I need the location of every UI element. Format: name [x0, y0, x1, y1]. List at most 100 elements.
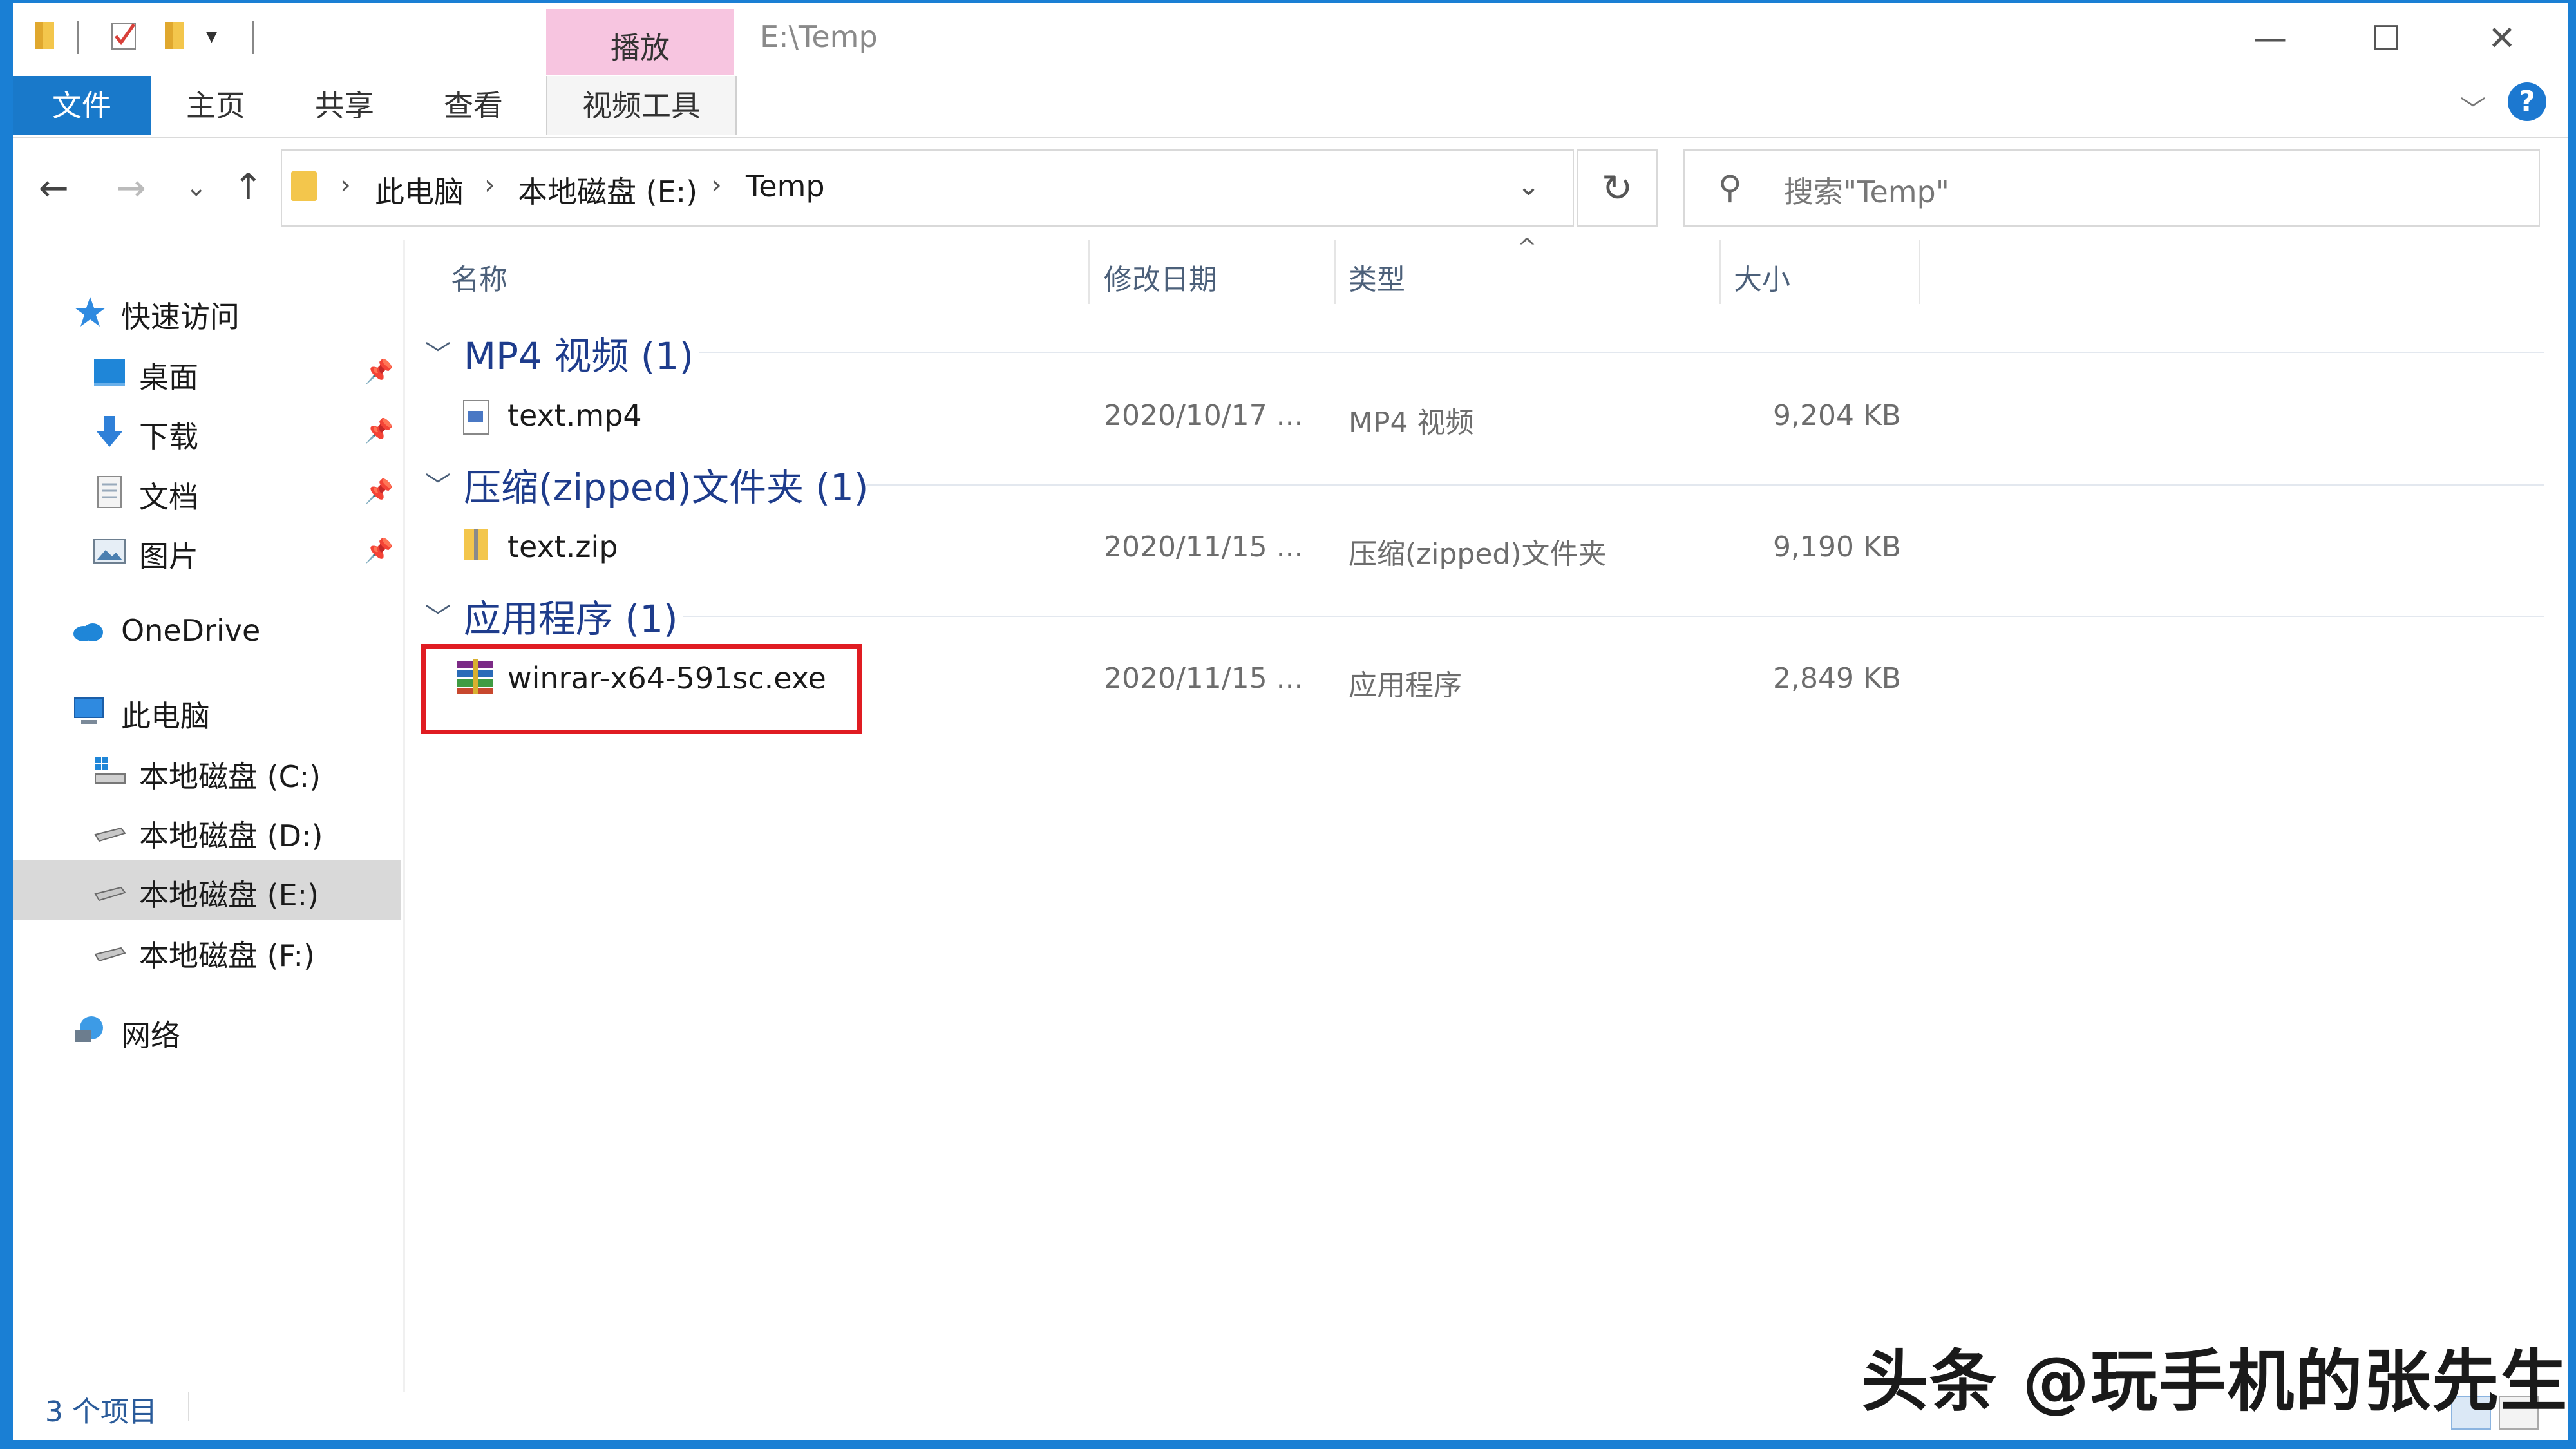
breadcrumb-separator[interactable]: › [340, 169, 351, 200]
folder-icon[interactable] [31, 19, 61, 52]
download-icon [97, 416, 122, 447]
sidebar-item-label: 本地磁盘 (F:) [139, 938, 315, 973]
title-bar [13, 3, 2568, 75]
window-frame-left [0, 0, 13, 1449]
address-bar[interactable] [281, 149, 1574, 227]
file-size: 9,190 KB [1773, 531, 1901, 564]
column-header-size[interactable]: 大小 [1734, 256, 1790, 298]
desktop-icon [94, 359, 125, 386]
sidebar-item-drive-f[interactable]: 本地磁盘 (F:) [13, 921, 401, 980]
sidebar-item-label: 快速访问 [121, 299, 240, 334]
breadcrumb-this-pc[interactable]: 此电脑 [375, 169, 464, 211]
file-name[interactable]: text.mp4 [507, 398, 642, 433]
search-placeholder: 搜索"Temp" [1784, 175, 1949, 209]
breadcrumb-separator[interactable]: › [484, 169, 495, 200]
group-divider [699, 352, 2544, 353]
context-tab-label: 播放 [611, 30, 670, 65]
sidebar-item-network[interactable]: 网络 [13, 1001, 401, 1060]
sidebar-item-drive-c[interactable]: 本地磁盘 (C:) [13, 742, 401, 801]
expand-ribbon-icon[interactable]: ﹀ [2460, 89, 2486, 126]
window-title: E:\Temp [760, 19, 878, 54]
sidebar-item-quick-access[interactable]: 快速访问 [13, 282, 401, 341]
minimize-button[interactable]: — [2235, 13, 2306, 64]
zip-folder-icon [464, 529, 488, 560]
tab-share[interactable]: 共享 [283, 76, 406, 135]
column-divider[interactable] [1088, 240, 1090, 304]
sidebar-item-label: 下载 [139, 419, 198, 454]
group-header-mp4[interactable]: MP4 视频 (1) [464, 326, 694, 380]
watermark-text: 头条 @玩手机的张先生 [1861, 1342, 2569, 1421]
file-date: 2020/11/15 ... [1104, 531, 1303, 564]
toolbar-separator [252, 21, 254, 54]
column-divider[interactable] [1919, 240, 1920, 304]
sidebar-item-downloads[interactable]: 下载 📌 [13, 402, 401, 461]
maximize-button[interactable]: ☐ [2351, 13, 2421, 64]
file-type: 压缩(zipped)文件夹 [1349, 538, 1607, 571]
drive-icon [94, 947, 126, 962]
file-type: 应用程序 [1349, 669, 1462, 702]
sidebar-item-drive-e[interactable]: 本地磁盘 (E:) [13, 860, 401, 920]
pane-divider[interactable] [403, 240, 405, 1392]
pin-icon[interactable]: 📌 [365, 478, 393, 505]
group-header-applications[interactable]: 应用程序 (1) [464, 589, 678, 643]
sidebar-item-label: 桌面 [139, 360, 198, 395]
address-dropdown-icon[interactable]: ⌄ [1517, 170, 1540, 202]
sidebar-item-label: 网络 [121, 1018, 180, 1053]
pin-icon[interactable]: 📌 [365, 417, 393, 444]
status-item-count: 3 个项目 [45, 1396, 157, 1428]
column-divider[interactable] [1334, 240, 1336, 304]
forward-button[interactable]: → [116, 167, 146, 209]
recent-locations-button[interactable]: ⌄ [185, 173, 207, 202]
toolbar-separator [77, 21, 79, 54]
sidebar-item-this-pc[interactable]: 此电脑 [13, 681, 401, 741]
breadcrumb-separator[interactable]: › [711, 169, 722, 200]
new-folder-icon[interactable] [161, 19, 191, 52]
help-button[interactable]: ? [2508, 82, 2546, 121]
file-type: MP4 视频 [1349, 406, 1474, 439]
star-icon [75, 297, 106, 327]
collapse-group-icon[interactable]: ﹀ [425, 334, 451, 371]
close-button[interactable]: ✕ [2467, 13, 2537, 64]
sidebar-item-label: 文档 [139, 480, 198, 515]
tab-home[interactable]: 主页 [155, 76, 277, 135]
picture-icon [93, 539, 126, 564]
group-divider [683, 616, 2544, 617]
breadcrumb-temp[interactable]: Temp [746, 169, 825, 204]
sidebar-item-pictures[interactable]: 图片 📌 [13, 522, 401, 581]
file-name[interactable]: text.zip [507, 529, 618, 564]
drive-icon [94, 886, 126, 902]
collapse-group-icon[interactable]: ﹀ [425, 596, 451, 634]
column-divider[interactable] [1719, 240, 1721, 304]
up-button[interactable]: ↑ [233, 166, 263, 208]
properties-icon[interactable] [109, 19, 139, 52]
window-frame-right [2568, 0, 2576, 1449]
highlight-annotation [421, 644, 862, 734]
breadcrumb-disk-e[interactable]: 本地磁盘 (E:) [518, 169, 697, 211]
window-frame-bottom [0, 1440, 2576, 1449]
group-header-zip[interactable]: 压缩(zipped)文件夹 (1) [464, 457, 869, 511]
tab-file[interactable]: 文件 [13, 76, 151, 135]
pin-icon[interactable]: 📌 [365, 358, 393, 385]
sidebar-item-drive-d[interactable]: 本地磁盘 (D:) [13, 801, 401, 860]
pin-icon[interactable]: 📌 [365, 537, 393, 564]
column-header-type[interactable]: 类型 [1349, 256, 1405, 298]
back-button[interactable]: ← [39, 167, 69, 209]
computer-icon [74, 697, 104, 724]
file-size: 2,849 KB [1773, 662, 1901, 695]
document-icon [97, 476, 122, 508]
search-icon: ⚲ [1718, 169, 1742, 206]
sidebar-item-label: 本地磁盘 (D:) [139, 819, 323, 853]
column-header-name[interactable]: 名称 [451, 256, 507, 298]
sidebar-item-desktop[interactable]: 桌面 📌 [13, 343, 401, 402]
quick-access-dropdown-icon[interactable]: ▾ [206, 23, 217, 49]
tab-view[interactable]: 查看 [412, 76, 535, 135]
network-icon [75, 1016, 103, 1042]
sidebar-item-onedrive[interactable]: OneDrive [13, 601, 401, 661]
sidebar-item-label: 本地磁盘 (C:) [139, 759, 321, 794]
video-file-icon [463, 400, 489, 435]
column-header-date[interactable]: 修改日期 [1104, 256, 1217, 298]
refresh-button[interactable]: ↻ [1577, 149, 1658, 227]
collapse-group-icon[interactable]: ﹀ [425, 465, 451, 502]
tab-video-tools[interactable]: 视频工具 [546, 76, 737, 135]
sidebar-item-documents[interactable]: 文档 📌 [13, 462, 401, 522]
